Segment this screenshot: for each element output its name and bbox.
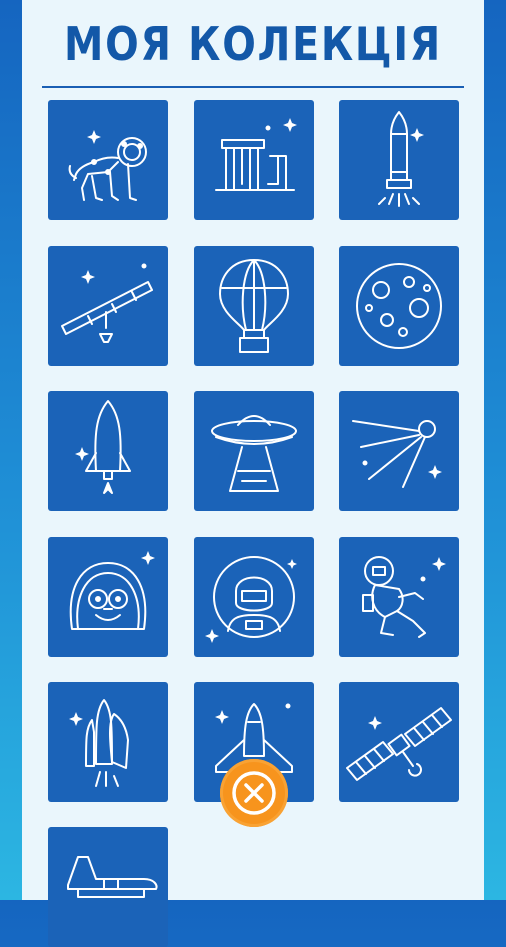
close-x-icon: [232, 771, 276, 815]
solar-panel-satellite-icon: [346, 707, 452, 781]
collection-item-satellite[interactable]: [339, 682, 459, 802]
collection-item-astronaut-helmet[interactable]: [194, 537, 314, 657]
close-button[interactable]: [220, 759, 288, 827]
collection-item-shuttle-launch[interactable]: [48, 682, 168, 802]
hot-air-balloon-icon: [219, 259, 289, 353]
monkey-astronaut-icon: [69, 551, 155, 630]
astronaut-helmet-icon: [205, 556, 297, 643]
shuttle-side-icon: [67, 856, 158, 898]
collection-item-ufo[interactable]: [194, 391, 314, 511]
collection-item-sputnik[interactable]: [339, 391, 459, 511]
collection-item-moon[interactable]: [339, 246, 459, 366]
ufo-icon: [211, 415, 297, 492]
space-rocket-icon: [75, 400, 131, 494]
title-divider: [42, 86, 464, 88]
collection-item-floating-astronaut[interactable]: [339, 537, 459, 657]
space-shuttle-launch-icon: [69, 699, 129, 787]
collection-item-lion[interactable]: [48, 100, 168, 220]
observatory-building-icon: [215, 118, 297, 191]
rocket-launch-icon: [378, 111, 424, 207]
collection-item-monkey-astronaut[interactable]: [48, 537, 168, 657]
lion-constellation-icon: [68, 130, 147, 201]
telescope-icon: [61, 263, 153, 343]
collection-item-rocket-launch[interactable]: [339, 100, 459, 220]
moon-craters-icon: [356, 263, 442, 349]
collection-item-space-rocket[interactable]: [48, 391, 168, 511]
sputnik-satellite-icon: [352, 420, 442, 488]
collection-item-observatory[interactable]: [194, 100, 314, 220]
collection-item-telescope[interactable]: [48, 246, 168, 366]
collection-item-balloon[interactable]: [194, 246, 314, 366]
collection-item-shuttle-side[interactable]: [48, 827, 168, 947]
page-title: МОЯ КОЛЕКЦІЯ: [64, 17, 442, 71]
floating-astronaut-icon: [362, 556, 446, 638]
